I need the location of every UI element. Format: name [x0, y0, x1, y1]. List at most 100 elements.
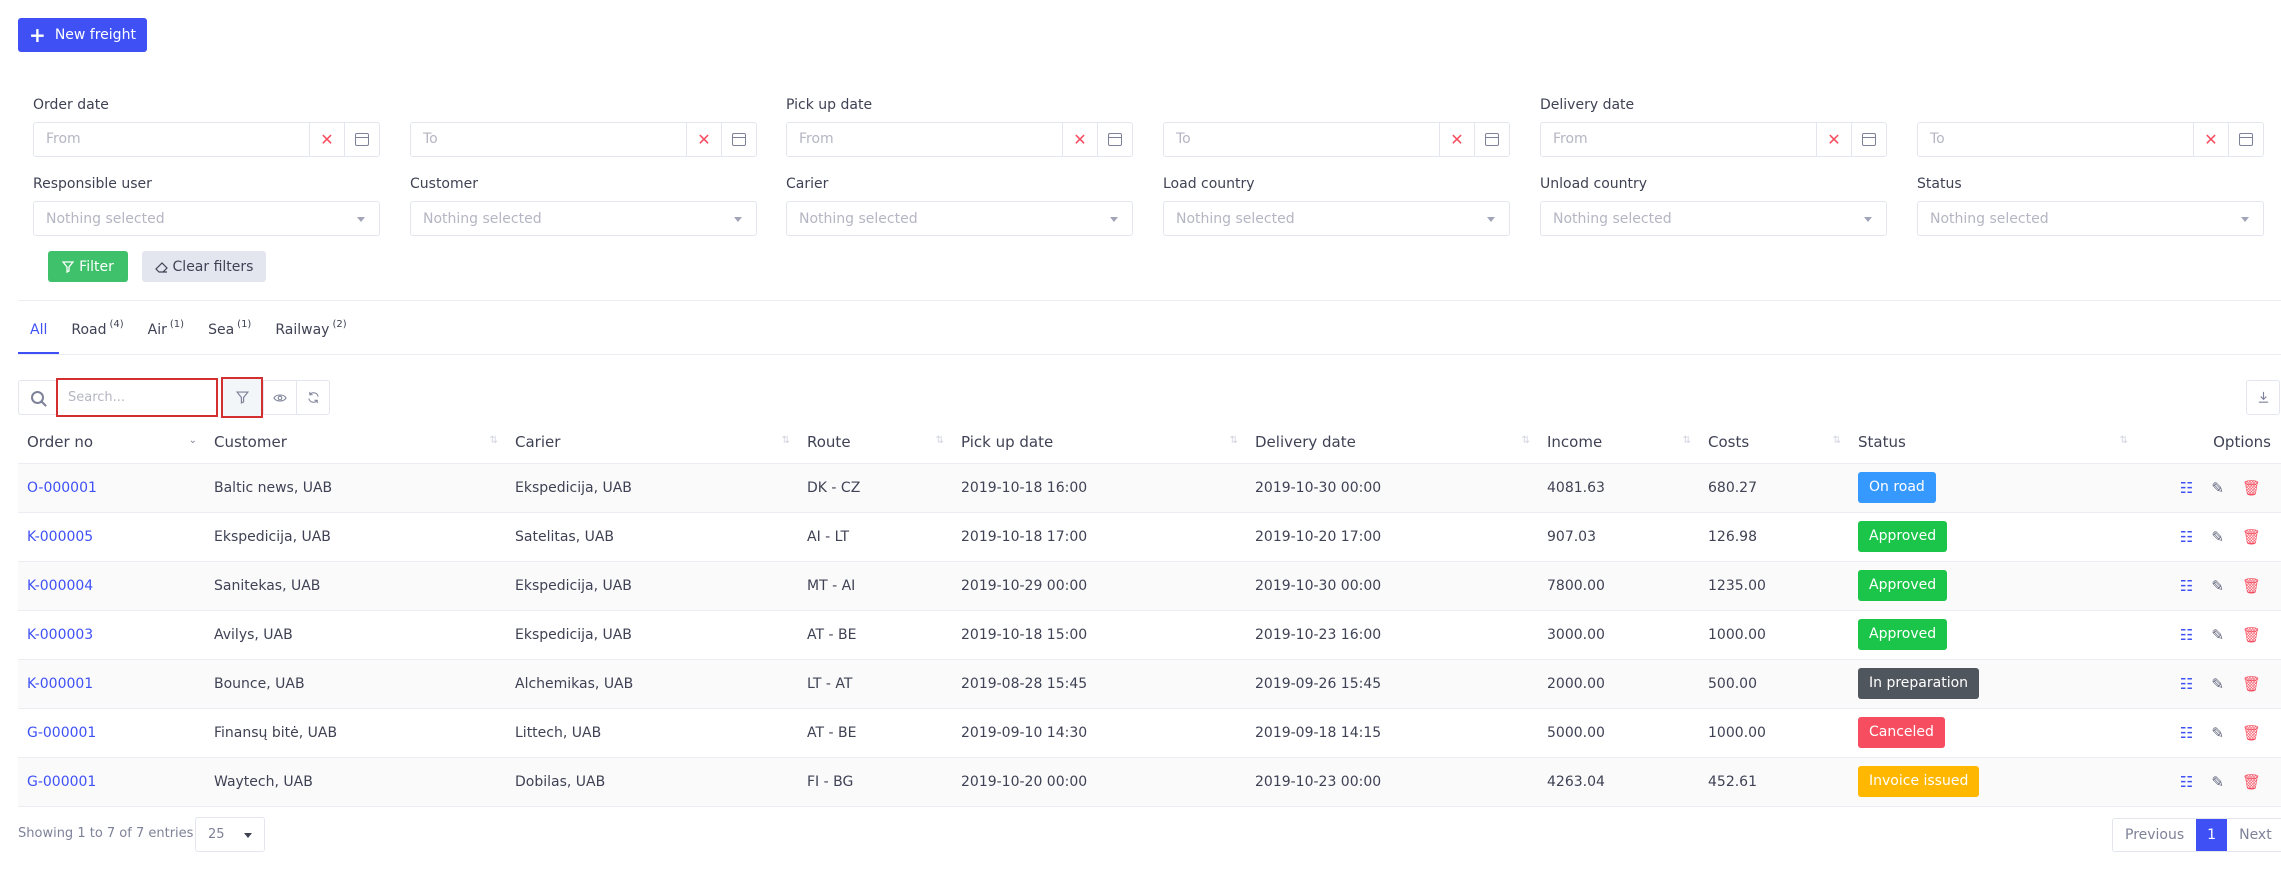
- responsible-user-select[interactable]: Nothing selected: [33, 201, 380, 236]
- details-list-icon[interactable]: ☷: [2180, 724, 2193, 742]
- tab-air[interactable]: Air (1): [136, 318, 196, 354]
- cell-route: MT - AI: [798, 561, 952, 611]
- column-header-income[interactable]: Income ⇅: [1538, 421, 1699, 464]
- column-header-customer[interactable]: Customer ⇅: [205, 421, 506, 464]
- details-list-icon[interactable]: ☷: [2180, 479, 2193, 497]
- edit-pencil-icon[interactable]: ✎: [2211, 626, 2224, 644]
- delete-trash-icon[interactable]: 🗑: [2242, 577, 2261, 595]
- clear-filters-button[interactable]: Clear filters: [142, 251, 266, 282]
- tab-label: Railway: [275, 322, 330, 338]
- details-list-icon[interactable]: ☷: [2180, 528, 2193, 546]
- calendar-button[interactable]: [344, 123, 379, 156]
- delivery-date-from-input[interactable]: From: [1541, 123, 1816, 156]
- details-list-icon[interactable]: ☷: [2180, 773, 2193, 791]
- pickup-date-from-input[interactable]: From: [787, 123, 1062, 156]
- unload-country-select[interactable]: Nothing selected: [1540, 201, 1887, 236]
- cell-costs: 126.98: [1699, 512, 1849, 562]
- sort-icon: ⇅: [1682, 435, 1692, 446]
- edit-pencil-icon[interactable]: ✎: [2211, 675, 2224, 693]
- order-number-link[interactable]: K-000005: [18, 512, 205, 562]
- page-1-button[interactable]: 1: [2196, 819, 2228, 851]
- cell-income: 4263.04: [1538, 757, 1699, 807]
- edit-pencil-icon[interactable]: ✎: [2211, 528, 2224, 546]
- order-number-link[interactable]: G-000001: [18, 708, 205, 758]
- cell-options: ☷ ✎ 🗑: [2136, 757, 2281, 807]
- cell-route: LT - AT: [798, 659, 952, 709]
- edit-pencil-icon[interactable]: ✎: [2211, 479, 2224, 497]
- pickup-date-label: Pick up date: [786, 97, 873, 113]
- tab-road[interactable]: Road (4): [59, 318, 135, 354]
- clear-icon[interactable]: ✕: [686, 123, 721, 156]
- table-filter-button[interactable]: [221, 377, 263, 418]
- delete-trash-icon[interactable]: 🗑: [2242, 626, 2261, 644]
- edit-pencil-icon[interactable]: ✎: [2211, 724, 2224, 742]
- column-header-pickup-date[interactable]: Pick up date ⇅: [952, 421, 1246, 464]
- clear-icon[interactable]: ✕: [309, 123, 344, 156]
- details-list-icon[interactable]: ☷: [2180, 577, 2193, 595]
- status-badge: Canceled: [1858, 717, 1945, 748]
- previous-page-button[interactable]: Previous: [2113, 819, 2196, 851]
- calendar-button[interactable]: [1474, 123, 1509, 156]
- order-date-from-input[interactable]: From: [34, 123, 309, 156]
- tab-label: Road: [71, 322, 107, 338]
- page-size-select[interactable]: 25: [195, 817, 265, 852]
- edit-pencil-icon[interactable]: ✎: [2211, 577, 2224, 595]
- cell-customer: Ekspedicija, UAB: [205, 512, 506, 562]
- column-header-costs[interactable]: Costs ⇅: [1699, 421, 1849, 464]
- load-country-select[interactable]: Nothing selected: [1163, 201, 1510, 236]
- status-badge: Approved: [1858, 570, 1948, 601]
- tab-all[interactable]: All: [18, 318, 60, 354]
- next-page-button[interactable]: Next: [2227, 819, 2281, 851]
- delete-trash-icon[interactable]: 🗑: [2242, 528, 2261, 546]
- order-date-to-input[interactable]: To: [411, 123, 686, 156]
- new-freight-button[interactable]: + New freight: [18, 18, 147, 52]
- delete-trash-icon[interactable]: 🗑: [2242, 773, 2261, 791]
- cell-pickup: 2019-08-28 15:45: [952, 659, 1246, 709]
- column-header-carier[interactable]: Carier ⇅: [506, 421, 798, 464]
- details-list-icon[interactable]: ☷: [2180, 626, 2193, 644]
- search-input[interactable]: Search...: [56, 378, 218, 417]
- carier-select[interactable]: Nothing selected: [786, 201, 1133, 236]
- filter-button[interactable]: Filter: [48, 251, 128, 282]
- cell-route: AT - BE: [798, 610, 952, 660]
- column-header-delivery-date[interactable]: Delivery date ⇅: [1246, 421, 1538, 464]
- delete-trash-icon[interactable]: 🗑: [2242, 675, 2261, 693]
- column-header-route[interactable]: Route ⇅: [798, 421, 952, 464]
- tab-sea[interactable]: Sea (1): [196, 318, 263, 354]
- delete-trash-icon[interactable]: 🗑: [2242, 479, 2261, 497]
- refresh-button[interactable]: [296, 380, 330, 415]
- column-header-order-no[interactable]: Order no ⌄: [18, 421, 205, 464]
- tab-count: (4): [109, 319, 124, 330]
- calendar-button[interactable]: [721, 123, 756, 156]
- pickup-date-to-input[interactable]: To: [1164, 123, 1439, 156]
- order-number-link[interactable]: K-000003: [18, 610, 205, 660]
- unload-country-label: Unload country: [1540, 176, 1648, 192]
- category-tabs: All Road (4) Air (1) Sea (1) Railway (2): [18, 318, 359, 354]
- order-number-link[interactable]: G-000001: [18, 757, 205, 807]
- delete-trash-icon[interactable]: 🗑: [2242, 724, 2261, 742]
- clear-icon[interactable]: ✕: [1062, 123, 1097, 156]
- calendar-button[interactable]: [1097, 123, 1132, 156]
- column-visibility-button[interactable]: [263, 380, 297, 415]
- customer-select[interactable]: Nothing selected: [410, 201, 757, 236]
- details-list-icon[interactable]: ☷: [2180, 675, 2193, 693]
- cell-income: 2000.00: [1538, 659, 1699, 709]
- order-date-to-group: To ✕: [410, 122, 757, 157]
- column-header-status[interactable]: Status ⇅: [1849, 421, 2136, 464]
- cell-customer: Waytech, UAB: [205, 757, 506, 807]
- cell-costs: 500.00: [1699, 659, 1849, 709]
- order-number-link[interactable]: O-000001: [18, 463, 205, 513]
- download-button[interactable]: [2246, 380, 2280, 415]
- order-number-link[interactable]: K-000004: [18, 561, 205, 611]
- delivery-date-to-input[interactable]: To: [1918, 123, 2193, 156]
- tab-railway[interactable]: Railway (2): [263, 318, 358, 354]
- calendar-button[interactable]: [1851, 123, 1886, 156]
- edit-pencil-icon[interactable]: ✎: [2211, 773, 2224, 791]
- order-number-link[interactable]: K-000001: [18, 659, 205, 709]
- clear-icon[interactable]: ✕: [1439, 123, 1474, 156]
- clear-icon[interactable]: ✕: [2193, 123, 2228, 156]
- clear-icon[interactable]: ✕: [1816, 123, 1851, 156]
- cell-route: FI - BG: [798, 757, 952, 807]
- calendar-button[interactable]: [2228, 123, 2263, 156]
- status-select[interactable]: Nothing selected: [1917, 201, 2264, 236]
